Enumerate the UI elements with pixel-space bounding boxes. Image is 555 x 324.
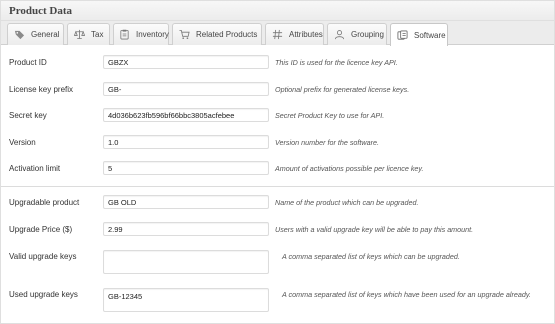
upgrade-price-description: Users with a valid upgrade key will be a…: [275, 225, 474, 234]
tab-label: Attributes: [289, 30, 323, 39]
tab-label: Grouping: [351, 30, 384, 39]
secret-key-input[interactable]: [103, 108, 269, 122]
secret-key-description: Secret Product Key to use for API.: [275, 111, 385, 120]
upgradable-product-description: Name of the product which can be upgrade…: [275, 198, 419, 207]
section-divider: [1, 186, 554, 187]
scales-icon: [73, 29, 85, 41]
user-group-icon: [333, 29, 345, 41]
tab-label: Software: [414, 30, 446, 40]
tab-related-products[interactable]: Related Products: [172, 23, 262, 45]
activation-limit-input[interactable]: [103, 161, 269, 175]
valid-upgrade-keys-description: A comma separated list of keys which can…: [282, 252, 460, 261]
used-upgrade-keys-textarea[interactable]: GB-12345: [103, 288, 269, 312]
product-id-description: This ID is used for the licence key API.: [275, 58, 398, 67]
license-prefix-label: License key prefix: [9, 85, 74, 94]
activation-limit-description: Amount of activations possible per licen…: [275, 164, 424, 173]
panel-title: Product Data: [9, 5, 73, 17]
tab-label: Related Products: [196, 30, 258, 39]
tab-label: Inventory: [136, 30, 169, 39]
upgradable-product-input[interactable]: [103, 195, 269, 209]
valid-upgrade-keys-label: Valid upgrade keys: [9, 252, 77, 261]
clipboard-icon: [119, 29, 130, 41]
product-id-input[interactable]: [103, 55, 269, 69]
secret-key-label: Secret key: [9, 111, 47, 120]
software-icon: [396, 29, 408, 41]
tab-software[interactable]: Software: [390, 23, 448, 46]
license-prefix-input[interactable]: [103, 82, 269, 96]
hashtag-icon: [271, 29, 283, 41]
tag-icon: [13, 29, 25, 41]
tab-inventory[interactable]: Inventory: [113, 23, 169, 45]
upgrade-price-input[interactable]: [103, 222, 269, 236]
version-input[interactable]: [103, 135, 269, 149]
valid-upgrade-keys-textarea[interactable]: [103, 250, 269, 274]
tab-label: Tax: [91, 30, 104, 39]
upgradable-product-label: Upgradable product: [9, 198, 80, 207]
used-upgrade-keys-description: A comma separated list of keys which hav…: [282, 290, 531, 299]
version-description: Version number for the software.: [275, 138, 380, 147]
tab-attributes[interactable]: Attributes: [265, 23, 324, 45]
tab-general[interactable]: General: [7, 23, 64, 45]
license-prefix-description: Optional prefix for generated license ke…: [275, 85, 410, 94]
upgrade-price-label: Upgrade Price ($): [9, 225, 73, 234]
product-id-label: Product ID: [9, 58, 47, 67]
tab-tax[interactable]: Tax: [67, 23, 110, 45]
version-label: Version: [9, 138, 36, 147]
used-upgrade-keys-label: Used upgrade keys: [9, 290, 78, 299]
tab-bar: General Tax Inventory Related Products A…: [1, 21, 554, 46]
panel-header: Product Data: [1, 1, 554, 21]
activation-limit-label: Activation limit: [9, 164, 61, 173]
product-data-panel: Product Data General Tax Inventory Relat…: [0, 0, 555, 324]
tab-grouping[interactable]: Grouping: [327, 23, 387, 45]
cart-icon: [178, 29, 190, 41]
tab-label: General: [31, 30, 60, 39]
